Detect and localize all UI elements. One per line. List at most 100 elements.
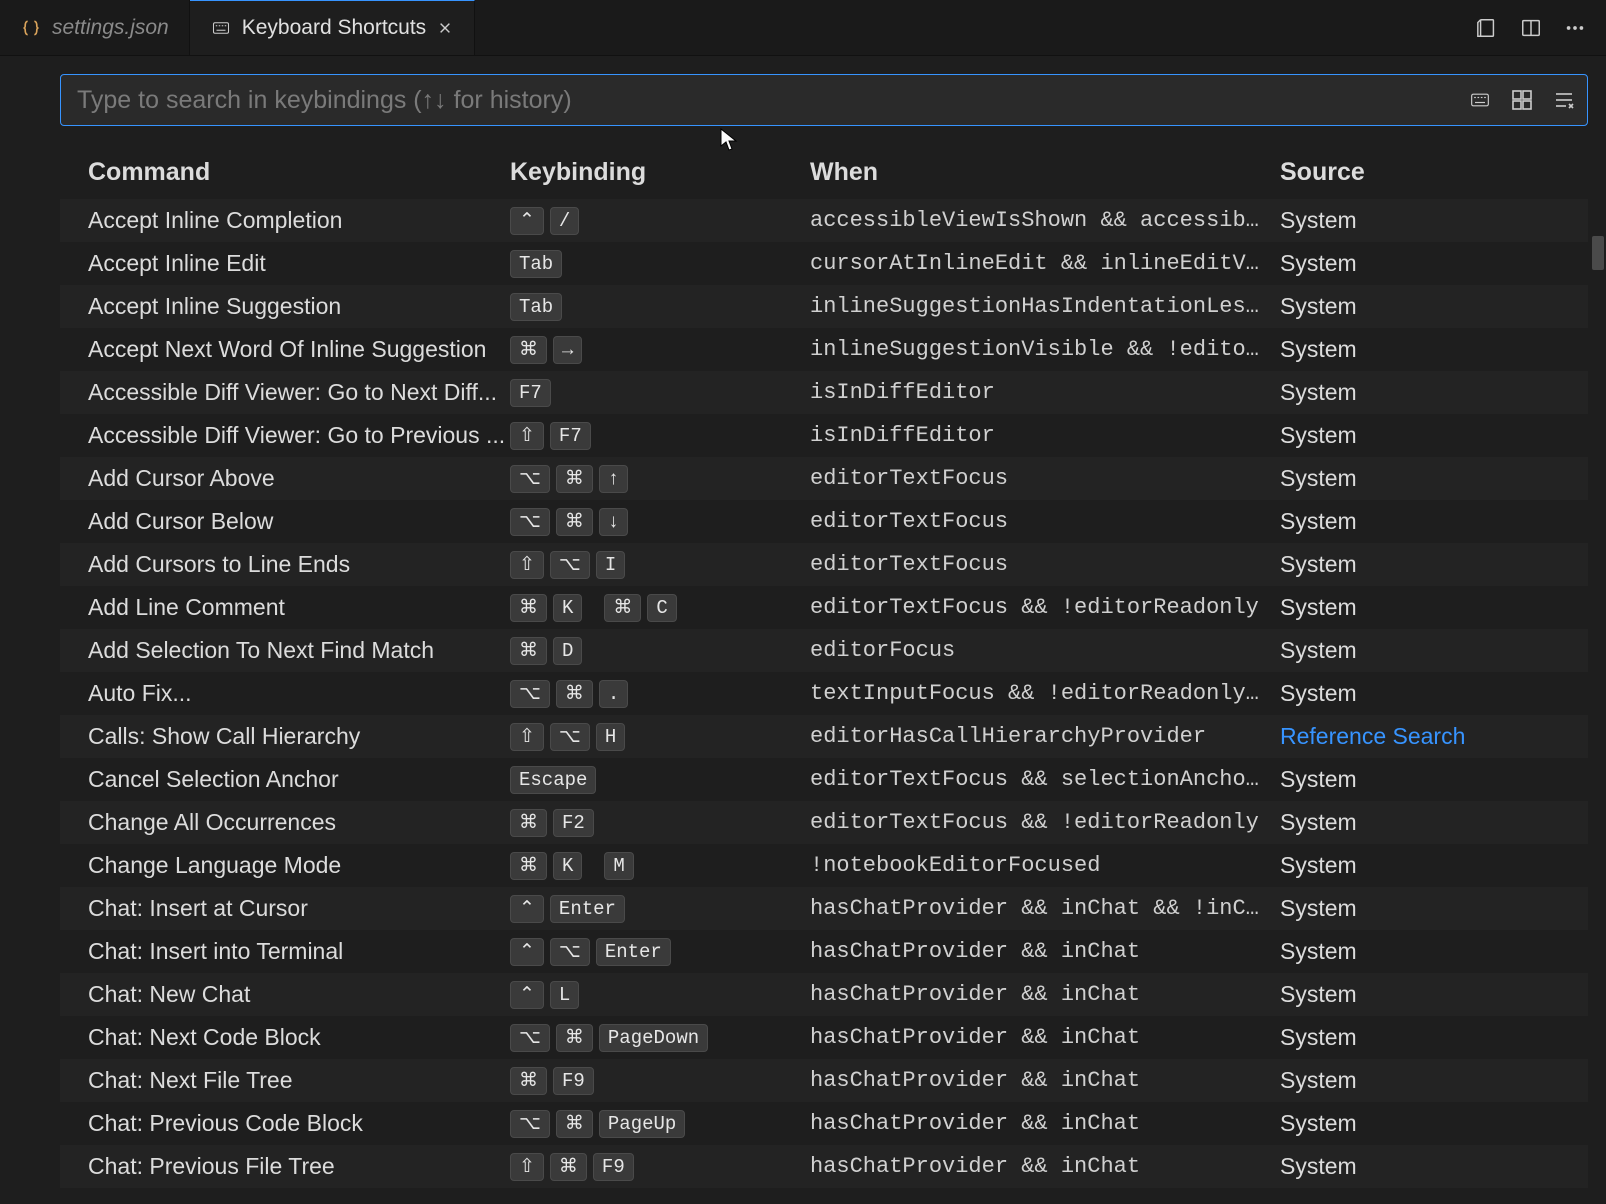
cell-command: Add Line Comment	[60, 594, 510, 621]
cell-keybinding: ⌥⌘PageDown	[510, 1024, 810, 1052]
cell-source: System	[1280, 981, 1588, 1008]
table-row[interactable]: Change Language Mode⌘KM!notebookEditorFo…	[60, 844, 1588, 887]
record-keys-icon[interactable]	[1467, 87, 1493, 113]
header-command[interactable]: Command	[60, 158, 510, 187]
table-row[interactable]: Accessible Diff Viewer: Go to Previous .…	[60, 414, 1588, 457]
key-cap: F2	[553, 809, 594, 837]
split-editor-icon[interactable]	[1520, 17, 1542, 39]
scrollbar-thumb[interactable]	[1592, 236, 1604, 270]
cell-keybinding: ⌘F2	[510, 809, 810, 837]
cell-when: hasChatProvider && inChat && !inCha…	[810, 896, 1280, 921]
tab-keyboard-shortcuts[interactable]: Keyboard Shortcuts	[190, 0, 475, 55]
cell-keybinding: Escape	[510, 766, 810, 794]
tab-bar: settings.json Keyboard Shortcuts	[0, 0, 1606, 56]
key-cap: ⌘	[556, 680, 593, 708]
table-row[interactable]: Add Line Comment⌘K⌘CeditorTextFocus && !…	[60, 586, 1588, 629]
clear-search-icon[interactable]	[1551, 87, 1577, 113]
cell-source: System	[1280, 766, 1588, 793]
cell-source: System	[1280, 1067, 1588, 1094]
table-row[interactable]: Accept Inline Completion⌃/accessibleView…	[60, 199, 1588, 242]
table-row[interactable]: Add Cursor Below⌥⌘↓editorTextFocusSystem	[60, 500, 1588, 543]
table-row[interactable]: Cancel Selection AnchorEscapeeditorTextF…	[60, 758, 1588, 801]
cell-source[interactable]: Reference Search	[1280, 723, 1588, 750]
cell-when: editorFocus	[810, 638, 1280, 663]
key-cap: M	[604, 852, 633, 880]
cell-command: Add Selection To Next Find Match	[60, 637, 510, 664]
tab-settings-json[interactable]: settings.json	[0, 0, 190, 55]
key-cap: D	[553, 637, 582, 665]
key-cap: ⌘	[510, 1067, 547, 1095]
key-cap: ⇧	[510, 551, 544, 579]
key-cap: ⌥	[510, 465, 550, 493]
key-cap: K	[553, 594, 582, 622]
key-cap: PageUp	[599, 1110, 685, 1138]
table-row[interactable]: Accessible Diff Viewer: Go to Next Diff.…	[60, 371, 1588, 414]
cell-keybinding: ⇧⌘F9	[510, 1153, 810, 1181]
cell-command: Auto Fix...	[60, 680, 510, 707]
table-row[interactable]: Add Cursors to Line Ends⇧⌥IeditorTextFoc…	[60, 543, 1588, 586]
table-row[interactable]: Accept Next Word Of Inline Suggestion⌘→i…	[60, 328, 1588, 371]
cell-keybinding: ⌥⌘↓	[510, 508, 810, 536]
table-row[interactable]: Accept Inline EditTabcursorAtInlineEdit …	[60, 242, 1588, 285]
cell-when: editorTextFocus	[810, 509, 1280, 534]
table-headers: Command Keybinding When Source	[60, 146, 1588, 199]
key-cap: ⌘	[604, 594, 641, 622]
table-row[interactable]: Chat: Insert at Cursor⌃EnterhasChatProvi…	[60, 887, 1588, 930]
cell-command: Accept Next Word Of Inline Suggestion	[60, 336, 510, 363]
table-row[interactable]: Calls: Show Call Hierarchy⇧⌥HeditorHasCa…	[60, 715, 1588, 758]
table-row[interactable]: Accept Inline SuggestionTabinlineSuggest…	[60, 285, 1588, 328]
key-cap: ⌥	[510, 1024, 550, 1052]
search-input[interactable]	[77, 86, 1467, 115]
table-row[interactable]: Change All Occurrences⌘F2editorTextFocus…	[60, 801, 1588, 844]
key-cap: ⌃	[510, 938, 544, 966]
cell-keybinding: F7	[510, 379, 810, 407]
cell-when: hasChatProvider && inChat	[810, 1111, 1280, 1136]
table-row[interactable]: Chat: Next File Tree⌘F9hasChatProvider &…	[60, 1059, 1588, 1102]
table-row[interactable]: Chat: Previous Code Block⌥⌘PageUphasChat…	[60, 1102, 1588, 1145]
cell-source: System	[1280, 852, 1588, 879]
sort-precedence-icon[interactable]	[1509, 87, 1535, 113]
header-keybinding[interactable]: Keybinding	[510, 158, 810, 187]
cell-source: System	[1280, 422, 1588, 449]
key-cap: ⌘	[556, 508, 593, 536]
header-when[interactable]: When	[810, 158, 1280, 187]
cell-source: System	[1280, 809, 1588, 836]
cell-command: Accept Inline Edit	[60, 250, 510, 277]
cell-command: Add Cursor Below	[60, 508, 510, 535]
table-row[interactable]: Chat: Insert into Terminal⌃⌥EnterhasChat…	[60, 930, 1588, 973]
header-source[interactable]: Source	[1280, 158, 1588, 187]
key-cap: ⌘	[556, 465, 593, 493]
cell-command: Chat: Insert at Cursor	[60, 895, 510, 922]
close-icon[interactable]	[436, 19, 454, 37]
cell-when: editorTextFocus	[810, 466, 1280, 491]
cell-keybinding: ⌥⌘.	[510, 680, 810, 708]
cell-keybinding: Tab	[510, 250, 810, 278]
tab-label: Keyboard Shortcuts	[242, 16, 426, 40]
cell-when: hasChatProvider && inChat	[810, 939, 1280, 964]
cell-source: System	[1280, 207, 1588, 234]
cell-keybinding: ⌃Enter	[510, 895, 810, 923]
cell-command: Calls: Show Call Hierarchy	[60, 723, 510, 750]
table-row[interactable]: Auto Fix...⌥⌘.textInputFocus && !editorR…	[60, 672, 1588, 715]
cell-when: isInDiffEditor	[810, 380, 1280, 405]
open-changes-icon[interactable]	[1476, 17, 1498, 39]
more-actions-icon[interactable]	[1564, 17, 1586, 39]
key-cap: Tab	[510, 250, 562, 278]
cell-keybinding: ⇧⌥H	[510, 723, 810, 751]
cell-command: Accessible Diff Viewer: Go to Previous .…	[60, 422, 510, 449]
scrollbar[interactable]	[1592, 236, 1606, 1204]
cell-keybinding: Tab	[510, 293, 810, 321]
key-cap: ⌃	[510, 207, 544, 235]
search-container	[60, 74, 1588, 126]
keyboard-icon	[210, 17, 232, 39]
table-row[interactable]: Chat: Next Code Block⌥⌘PageDownhasChatPr…	[60, 1016, 1588, 1059]
table-row[interactable]: Chat: New Chat⌃LhasChatProvider && inCha…	[60, 973, 1588, 1016]
table-row[interactable]: Chat: Previous File Tree⇧⌘F9hasChatProvi…	[60, 1145, 1588, 1188]
cell-source: System	[1280, 551, 1588, 578]
table-row[interactable]: Add Selection To Next Find Match⌘Deditor…	[60, 629, 1588, 672]
editor-actions	[1476, 0, 1596, 56]
key-cap: ⌘	[510, 336, 547, 364]
table-row[interactable]: Add Cursor Above⌥⌘↑editorTextFocusSystem	[60, 457, 1588, 500]
cell-command: Change Language Mode	[60, 852, 510, 879]
cell-source: System	[1280, 250, 1588, 277]
